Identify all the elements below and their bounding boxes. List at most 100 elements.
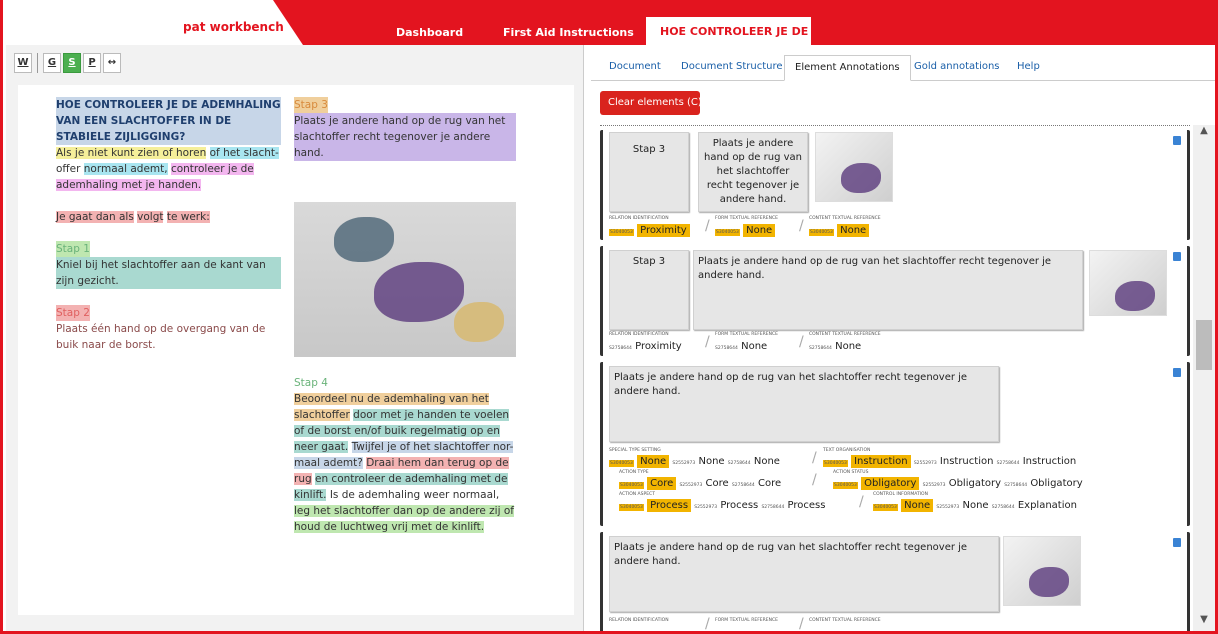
relation-value[interactable]: None: [741, 341, 767, 352]
attribute-label: SPECIAL TYPE SETTING: [609, 448, 661, 453]
brand-logo[interactable]: pat workbench: [183, 20, 284, 34]
intro-span[interactable]: of het slacht-: [209, 147, 279, 159]
text-box[interactable]: Plaats je andere hand op de rug van het …: [693, 250, 1083, 330]
photo-figure-3: [454, 302, 504, 342]
attribute-value[interactable]: Core: [758, 478, 781, 489]
work-span[interactable]: Je gaat dan als: [56, 211, 134, 223]
attribute-value[interactable]: Process: [647, 499, 692, 512]
relation-value[interactable]: None: [743, 224, 776, 237]
attribute-value[interactable]: Process: [720, 500, 758, 511]
work-span[interactable]: volgt: [137, 211, 164, 223]
attribute-value[interactable]: Obligatory: [861, 477, 920, 490]
relation-label: RELATION IDENTIFICATION: [609, 216, 669, 221]
relation-row: RELATION IDENTIFICATION S2758644 Proximi…: [609, 332, 899, 354]
tab-help[interactable]: Help: [1007, 55, 1050, 81]
relation-value[interactable]: Proximity: [635, 341, 682, 352]
image-thumbnail[interactable]: [815, 132, 893, 202]
attribute-label: ACTION ASPECT: [619, 492, 655, 497]
text-box[interactable]: Plaats je andere hand op de rug van het …: [609, 536, 999, 612]
step-2-text[interactable]: Plaats één hand op de overgang van de bu…: [56, 321, 281, 353]
photo-figure-1: [374, 262, 464, 322]
step-3-label[interactable]: Stap 3: [294, 97, 328, 113]
step-3-text[interactable]: Plaats je andere hand op de rug van het …: [294, 113, 516, 161]
tool-s-button[interactable]: S: [63, 53, 81, 73]
attribute-value[interactable]: None: [901, 499, 934, 512]
id-tag: S2758644: [715, 346, 738, 351]
attribute-value[interactable]: None: [698, 456, 724, 467]
step-4-span[interactable]: Is de ademhaling weer normaal,: [330, 489, 499, 501]
text-box[interactable]: Plaats je andere hand op de rug van het …: [609, 366, 999, 442]
scroll-thumb[interactable]: [1196, 320, 1212, 370]
thumb-figure: [841, 163, 881, 193]
app-frame: pat workbench Dashboard First Aid Instru…: [0, 0, 1218, 634]
attribute-value[interactable]: Instruction: [1023, 456, 1077, 467]
id-tag: S2552973: [694, 505, 718, 510]
text-box[interactable]: Plaats je andere hand op de rug van het …: [698, 132, 808, 212]
divider: /: [705, 218, 710, 234]
attribute-value[interactable]: Core: [706, 478, 729, 489]
right-pane: Document Document Structure Element Anno…: [591, 45, 1215, 632]
intro-span[interactable]: normaal ademt,: [83, 163, 168, 175]
attribute-value[interactable]: None: [754, 456, 780, 467]
tab-document-structure[interactable]: Document Structure: [671, 55, 793, 81]
trash-icon[interactable]: [1173, 252, 1181, 261]
step-4-label[interactable]: Stap 4: [294, 375, 516, 391]
divider: /: [812, 450, 817, 466]
list-scrollbar[interactable]: ▲ ▼: [1193, 125, 1215, 631]
id-tag: S2552973: [913, 461, 937, 466]
step-2-label[interactable]: Stap 2: [56, 305, 90, 321]
step-4-span[interactable]: leg het slachtoffer dan op de andere zij…: [294, 505, 514, 533]
tool-g-button[interactable]: G: [43, 53, 61, 73]
relation-value[interactable]: None: [837, 224, 870, 237]
work-span[interactable]: te werk:: [166, 211, 210, 223]
scroll-up-icon[interactable]: ▲: [1193, 125, 1215, 145]
thumb-figure: [1115, 281, 1155, 311]
attribute-row: SPECIAL TYPE SETTING S3040053 None S2552…: [609, 448, 1169, 470]
id-tag: S2758644: [761, 505, 785, 510]
image-thumbnail[interactable]: [1089, 250, 1167, 316]
attribute-value[interactable]: Explanation: [1018, 500, 1077, 511]
relation-label: CONTENT TEXTUAL REFERENCE: [809, 216, 881, 221]
attribute-value[interactable]: Obligatory: [1030, 478, 1082, 489]
attribute-value[interactable]: Instruction: [851, 455, 911, 468]
tool-w-button[interactable]: W: [14, 53, 32, 73]
left-pane: W G S P ↔ HOE CONTROLEER JE DE ADEMHALIN…: [6, 45, 584, 631]
step-box[interactable]: Stap 3: [609, 250, 689, 330]
trash-icon[interactable]: [1173, 368, 1181, 377]
relation-label: CONTENT TEXTUAL REFERENCE: [809, 618, 881, 623]
nav-first-aid[interactable]: First Aid Instructions: [503, 26, 634, 39]
id-tag: S2758644: [809, 346, 832, 351]
annotation-card: Stap 3 Plaats je andere hand op de rug v…: [600, 246, 1190, 356]
image-thumbnail[interactable]: [1003, 536, 1081, 606]
divider: /: [799, 334, 804, 350]
step-box[interactable]: Stap 3: [609, 132, 689, 212]
scroll-down-icon[interactable]: ▼: [1193, 614, 1215, 631]
clear-elements-button[interactable]: Clear elements (C): [600, 91, 702, 115]
attribute-value[interactable]: Obligatory: [949, 478, 1001, 489]
attribute-value[interactable]: Process: [788, 500, 826, 511]
tool-p-button[interactable]: P: [83, 53, 101, 73]
tab-document[interactable]: Document: [599, 55, 671, 81]
intro-span[interactable]: Als je niet kunt zien of horen: [56, 147, 207, 159]
expand-arrows-icon[interactable]: ↔: [103, 53, 121, 73]
intro-span[interactable]: offer: [56, 163, 80, 175]
attribute-value[interactable]: None: [637, 455, 670, 468]
id-tag: S3040053: [873, 504, 898, 511]
nav-active-document[interactable]: HOE CONTROLEER JE DE AD: [646, 17, 811, 45]
divider: /: [705, 616, 710, 632]
attribute-value[interactable]: Core: [647, 477, 677, 490]
doc-title[interactable]: HOE CONTROLEER JE DE ADEMHALING VAN EEN …: [56, 97, 281, 145]
tab-element-annotations[interactable]: Element Annotations: [784, 55, 911, 81]
nav-dashboard[interactable]: Dashboard: [396, 26, 463, 39]
attribute-value[interactable]: None: [962, 500, 988, 511]
step-1-text[interactable]: Kniel bij het slachtoffer aan de kant va…: [56, 257, 281, 289]
tab-gold-annotations[interactable]: Gold annotations: [904, 55, 1010, 81]
relation-value[interactable]: None: [835, 341, 861, 352]
id-tag: S2758644: [996, 461, 1020, 466]
step-1-label[interactable]: Stap 1: [56, 241, 90, 257]
trash-icon[interactable]: [1173, 136, 1181, 145]
divider: /: [859, 494, 864, 510]
relation-value[interactable]: Proximity: [637, 224, 690, 237]
attribute-value[interactable]: Instruction: [940, 456, 994, 467]
trash-icon[interactable]: [1173, 538, 1181, 547]
